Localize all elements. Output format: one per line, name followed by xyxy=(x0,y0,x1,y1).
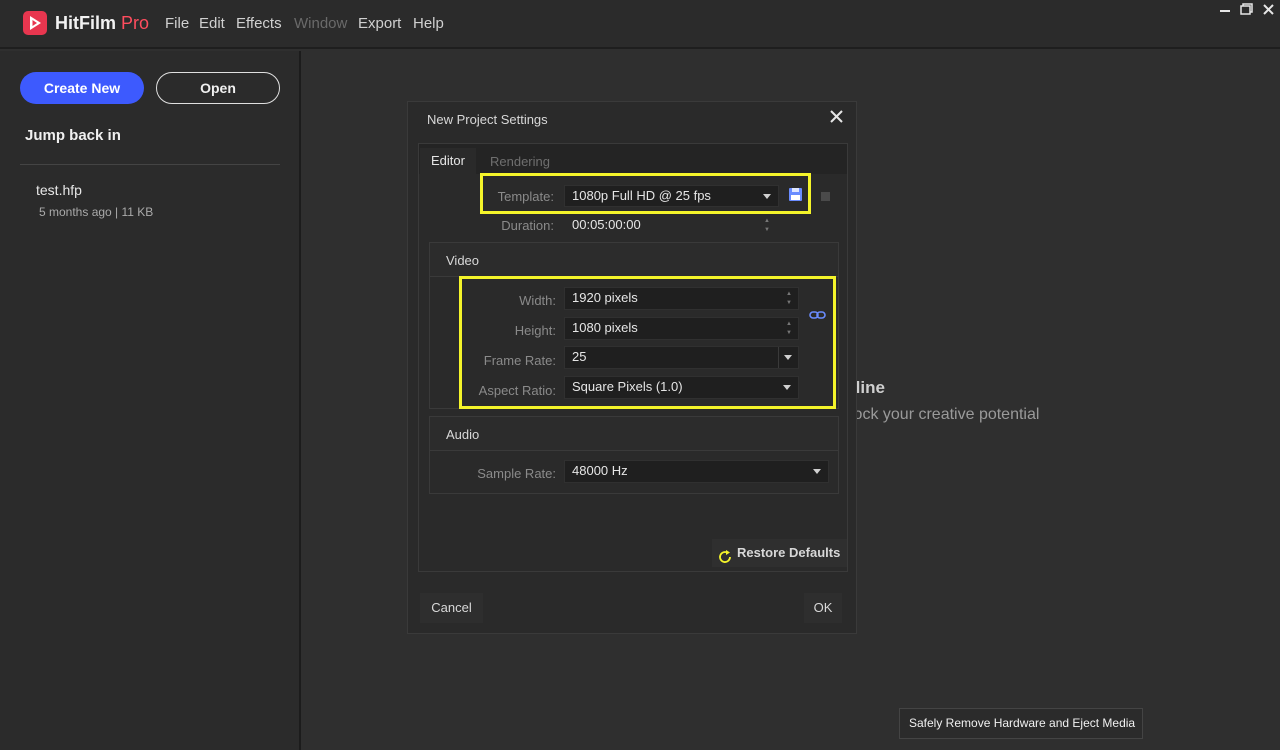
recent-project-meta: 5 months ago | 11 KB xyxy=(39,205,154,219)
brand-accent: Pro xyxy=(121,13,150,33)
restore-defaults-label: Restore Defaults xyxy=(737,545,841,560)
menu-file[interactable]: File xyxy=(165,15,189,32)
menu-edit[interactable]: Edit xyxy=(199,15,225,32)
audio-group-header: Audio xyxy=(430,417,838,451)
restore-defaults-button[interactable]: Restore Defaults xyxy=(712,539,847,567)
spin-down-icon[interactable]: ▼ xyxy=(764,227,770,233)
close-icon[interactable] xyxy=(830,108,843,128)
template-option-checkbox[interactable] xyxy=(821,192,830,201)
jump-back-heading: Jump back in xyxy=(25,127,121,144)
video-group-title: Video xyxy=(446,253,480,268)
open-button[interactable]: Open xyxy=(156,72,280,104)
tab-editor[interactable]: Editor xyxy=(420,148,476,174)
tab-strip: Editor Rendering xyxy=(419,144,847,174)
video-highlight-box xyxy=(459,276,836,409)
app-brand: HitFilm Pro xyxy=(55,13,149,34)
sidebar: Create New Open Jump back in test.hfp 5 … xyxy=(0,51,301,750)
video-group-header: Video xyxy=(430,243,838,277)
ok-button[interactable]: OK xyxy=(804,593,842,623)
duration-field[interactable]: 00:05:00:00 ▲ ▼ xyxy=(564,214,777,236)
sidebar-divider xyxy=(20,164,280,165)
restore-window-icon[interactable] xyxy=(1240,3,1253,19)
menu-window[interactable]: Window xyxy=(294,15,347,32)
close-window-icon[interactable] xyxy=(1262,3,1275,19)
minimize-icon[interactable] xyxy=(1219,3,1231,19)
title-bar: HitFilm Pro File Edit Effects Window Exp… xyxy=(0,0,1280,49)
sample-rate-select[interactable]: 48000 Hz xyxy=(564,460,829,483)
settings-panel: Editor Rendering Template: 1080p Full HD… xyxy=(418,143,848,572)
dialog-title: New Project Settings xyxy=(427,112,548,127)
tab-rendering[interactable]: Rendering xyxy=(490,154,550,169)
menu-effects[interactable]: Effects xyxy=(236,15,282,32)
hitfilm-logo-icon xyxy=(23,11,47,35)
duration-value: 00:05:00:00 xyxy=(572,217,641,232)
create-new-button[interactable]: Create New xyxy=(20,72,144,104)
new-project-settings-dialog: New Project Settings Editor Rendering Te… xyxy=(407,101,857,634)
menu-export[interactable]: Export xyxy=(358,15,401,32)
chevron-down-icon xyxy=(813,469,821,474)
brand-main: HitFilm xyxy=(55,13,116,33)
offline-subtitle: lock your creative potential xyxy=(850,406,1040,423)
sample-rate-value: 48000 Hz xyxy=(572,463,628,478)
sample-rate-label: Sample Rate: xyxy=(477,466,556,481)
recent-project-name[interactable]: test.hfp xyxy=(36,182,82,198)
spin-up-icon[interactable]: ▲ xyxy=(764,218,770,224)
refresh-icon xyxy=(718,546,732,574)
cancel-button[interactable]: Cancel xyxy=(420,593,483,623)
duration-label: Duration: xyxy=(501,218,554,233)
audio-group: Audio Sample Rate: 48000 Hz xyxy=(429,416,839,494)
template-highlight-box xyxy=(480,173,811,214)
menu-help[interactable]: Help xyxy=(413,15,444,32)
system-tooltip: Safely Remove Hardware and Eject Media xyxy=(899,708,1143,739)
audio-group-title: Audio xyxy=(446,427,480,442)
